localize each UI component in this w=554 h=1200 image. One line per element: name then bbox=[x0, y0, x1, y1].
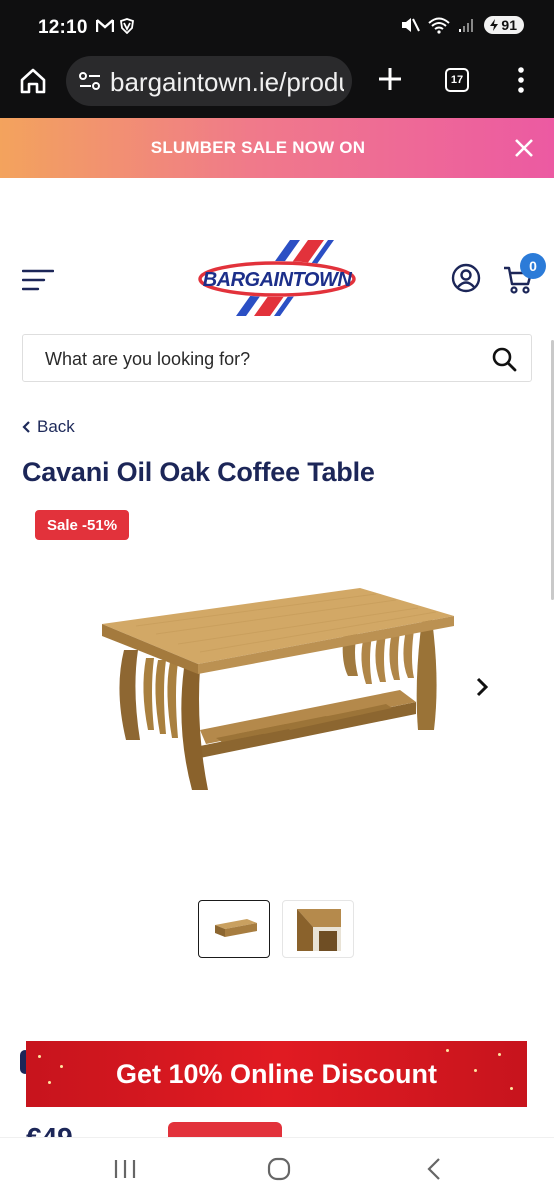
site-header: BARGAINTOWN 0 What are you looking for? bbox=[0, 178, 554, 398]
thumbnail-image bbox=[297, 909, 341, 951]
system-icons: 91 bbox=[400, 16, 524, 34]
tab-count: 17 bbox=[450, 74, 464, 86]
search-icon[interactable] bbox=[491, 346, 517, 372]
cart-count-badge[interactable]: 0 bbox=[520, 253, 546, 279]
chevron-right-icon[interactable] bbox=[472, 676, 492, 698]
close-icon[interactable] bbox=[512, 136, 536, 160]
thumbnail-1[interactable] bbox=[198, 900, 270, 958]
shield-icon bbox=[120, 18, 134, 34]
home-nav-icon[interactable] bbox=[266, 1156, 292, 1182]
home-icon[interactable] bbox=[18, 66, 48, 96]
search-input[interactable]: What are you looking for? bbox=[22, 334, 532, 382]
sparkle bbox=[38, 1055, 41, 1058]
sparkle bbox=[446, 1049, 449, 1052]
url-text[interactable]: bargaintown.ie/products/cavani-oil-oak-c… bbox=[110, 67, 344, 98]
svg-text:BARGAINTOWN: BARGAINTOWN bbox=[203, 269, 353, 291]
product-image[interactable] bbox=[96, 580, 458, 800]
back-link[interactable]: Back bbox=[22, 417, 75, 437]
wifi-icon bbox=[428, 17, 451, 34]
user-icon[interactable] bbox=[451, 263, 481, 293]
mute-icon bbox=[402, 18, 421, 32]
battery-level: 91 bbox=[501, 17, 517, 33]
recents-icon[interactable] bbox=[112, 1158, 138, 1180]
promo-text[interactable]: SLUMBER SALE NOW ON bbox=[0, 138, 516, 158]
status-time: 12:10 bbox=[38, 17, 88, 38]
address-bar[interactable]: bargaintown.ie/products/cavani-oil-oak-c… bbox=[66, 56, 352, 106]
promo-banner: SLUMBER SALE NOW ON bbox=[0, 118, 554, 178]
browser-toolbar: bargaintown.ie/products/cavani-oil-oak-c… bbox=[0, 50, 554, 118]
back-nav-icon[interactable] bbox=[424, 1156, 444, 1182]
price-partial: €49 bbox=[26, 1124, 73, 1138]
search-placeholder[interactable]: What are you looking for? bbox=[45, 349, 250, 370]
tune-icon[interactable] bbox=[78, 70, 102, 92]
menu-icon[interactable] bbox=[22, 268, 54, 292]
thumbnail-2[interactable] bbox=[282, 900, 354, 958]
system-navigation-bar bbox=[0, 1137, 554, 1200]
sale-badge: Sale -51% bbox=[35, 510, 130, 540]
bargaintown-logo[interactable]: BARGAINTOWN bbox=[196, 240, 358, 318]
add-to-cart-button[interactable] bbox=[168, 1122, 282, 1138]
tab-switcher-button[interactable]: 17 bbox=[445, 68, 469, 92]
discount-banner[interactable]: Get 10% Online Discount bbox=[26, 1041, 527, 1107]
chevron-left-icon bbox=[22, 421, 30, 433]
discount-text[interactable]: Get 10% Online Discount bbox=[26, 1059, 527, 1090]
signal-icon bbox=[459, 19, 474, 32]
sparkle bbox=[498, 1053, 501, 1056]
gmail-icon bbox=[96, 19, 114, 32]
thumbnail-image bbox=[215, 919, 257, 937]
battery-indicator: 91 bbox=[484, 16, 524, 34]
back-label[interactable]: Back bbox=[37, 417, 75, 437]
more-vert-icon[interactable] bbox=[512, 66, 530, 94]
battery-saver-icon bbox=[490, 19, 499, 31]
status-bar: 12:10 91 bbox=[0, 0, 554, 50]
plus-icon[interactable] bbox=[376, 65, 404, 93]
notification-icons bbox=[96, 18, 134, 34]
product-title: Cavani Oil Oak Coffee Table bbox=[22, 457, 375, 487]
